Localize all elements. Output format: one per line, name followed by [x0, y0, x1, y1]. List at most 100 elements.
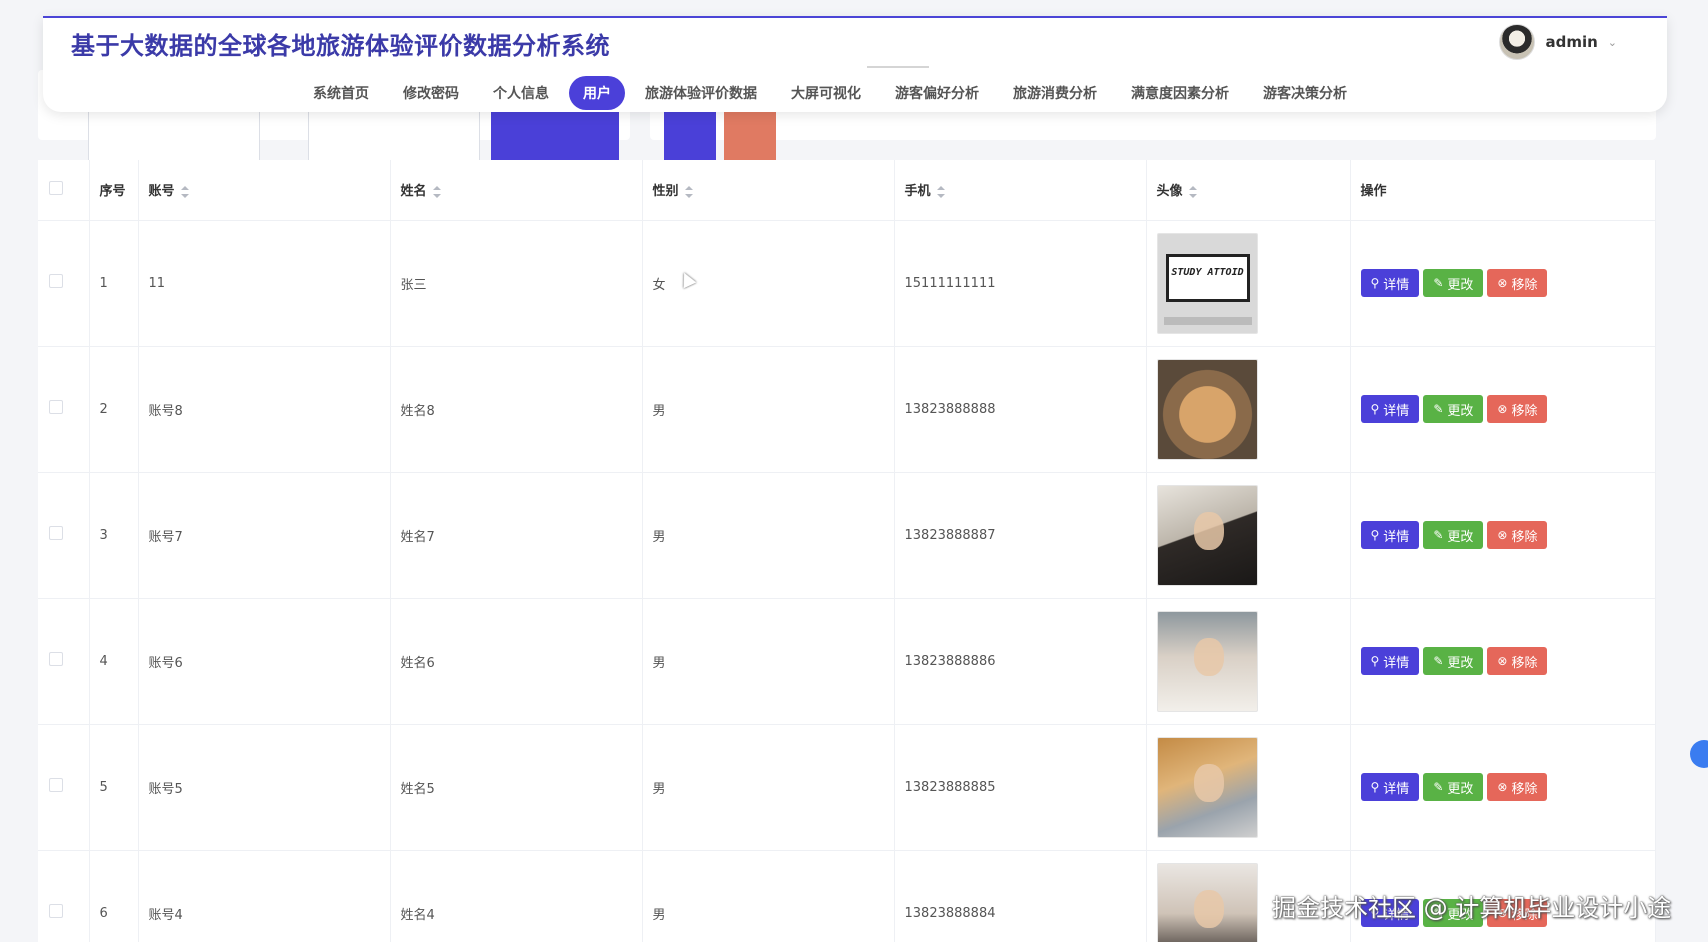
header-name[interactable]: 姓名 [390, 160, 643, 221]
chevron-down-icon: ⌄ [1607, 35, 1617, 49]
nav-item-travel-reviews[interactable]: 旅游体验评价数据 [631, 76, 771, 110]
detail-button[interactable]: ⚲ 详情 [1360, 773, 1420, 801]
pencil-icon: ✎ [1433, 276, 1444, 290]
row-checkbox[interactable] [49, 652, 63, 666]
nav-item-consumption-analysis[interactable]: 旅游消费分析 [999, 76, 1111, 110]
sort-icon[interactable] [936, 185, 945, 198]
cell-phone: 13823888888 [894, 346, 1147, 473]
photo-face [1193, 637, 1224, 676]
detail-label: 详情 [1383, 277, 1410, 293]
row-checkbox[interactable] [49, 526, 63, 540]
remove-button[interactable]: ⊗ 移除 [1487, 269, 1548, 297]
photo-face [1193, 511, 1224, 550]
header-avatar[interactable]: 头像 [1146, 160, 1351, 221]
detail-label: 详情 [1383, 781, 1410, 797]
cell-phone: 13823888887 [894, 472, 1147, 599]
nav-item-preference-analysis[interactable]: 游客偏好分析 [881, 76, 993, 110]
row-checkbox[interactable] [49, 400, 63, 414]
cell-phone: 13823888886 [894, 598, 1147, 725]
remove-button[interactable]: ⊗ 移除 [1487, 647, 1548, 675]
sort-icon[interactable] [432, 185, 441, 198]
cell-name: 张三 [390, 220, 643, 347]
detail-label: 详情 [1383, 529, 1410, 545]
main-nav: 系统首页 修改密码 个人信息 用户 旅游体验评价数据 大屏可视化 游客偏好分析 … [43, 76, 1667, 110]
search-icon: ⚲ [1370, 654, 1380, 668]
user-menu[interactable]: admin ⌄ [1489, 22, 1627, 62]
photo-face [1193, 889, 1224, 928]
cell-name: 姓名4 [390, 850, 643, 942]
sort-icon[interactable] [1188, 185, 1197, 198]
remove-button[interactable]: ⊗ 移除 [1487, 395, 1548, 423]
user-photo[interactable] [1156, 484, 1258, 586]
sort-icon[interactable] [684, 185, 693, 198]
row-checkbox[interactable] [49, 904, 63, 918]
user-photo[interactable] [1156, 610, 1258, 712]
header-gender[interactable]: 性别 [642, 160, 895, 221]
remove-circle-icon: ⊗ [1497, 528, 1508, 542]
cell-name: 姓名7 [390, 472, 643, 599]
cell-index: 3 [89, 472, 139, 599]
edit-button[interactable]: ✎ 更改 [1423, 395, 1484, 423]
header-phone[interactable]: 手机 [894, 160, 1147, 221]
cell-index: 4 [89, 598, 139, 725]
user-photo[interactable] [1156, 358, 1258, 460]
cell-account: 账号5 [138, 724, 391, 851]
table-row: 2 账号8 姓名8 男 13823888888 ⚲ 详情 ✎ 更改 ⊗ 移除 [38, 346, 1656, 473]
user-photo[interactable] [1156, 736, 1258, 838]
remove-label: 移除 [1511, 781, 1538, 797]
user-photo[interactable]: STUDY ATTOID [1156, 232, 1258, 334]
cell-actions: ⚲ 详情 ✎ 更改 ⊗ 移除 [1350, 220, 1656, 347]
header-account-label: 账号 [148, 184, 175, 200]
edit-button[interactable]: ✎ 更改 [1423, 269, 1484, 297]
table-row: 4 账号6 姓名6 男 13823888886 ⚲ 详情 ✎ 更改 ⊗ 移除 [38, 598, 1656, 725]
floating-action-icon[interactable] [1690, 740, 1708, 768]
row-select-cell [38, 850, 90, 942]
nav-item-profile[interactable]: 个人信息 [479, 76, 563, 110]
remove-button[interactable]: ⊗ 移除 [1487, 521, 1548, 549]
detail-button[interactable]: ⚲ 详情 [1360, 521, 1420, 549]
cell-account: 账号6 [138, 598, 391, 725]
row-select-cell [38, 598, 90, 725]
header-account[interactable]: 账号 [138, 160, 391, 221]
photo-face [1193, 763, 1224, 802]
nav-item-satisfaction-analysis[interactable]: 满意度因素分析 [1117, 76, 1243, 110]
cell-account: 11 [138, 220, 391, 347]
remove-circle-icon: ⊗ [1497, 402, 1508, 416]
row-checkbox[interactable] [49, 778, 63, 792]
edit-label: 更改 [1447, 655, 1474, 671]
nav-indicator [867, 66, 929, 68]
nav-item-users[interactable]: 用户 [569, 76, 625, 110]
nav-item-dashboard[interactable]: 大屏可视化 [777, 76, 875, 110]
row-checkbox[interactable] [49, 274, 63, 288]
header-name-label: 姓名 [400, 184, 427, 200]
user-table: 序号 账号 姓名 性别 手机 头像 操作 1 11 张三 女 151111111… [38, 160, 1656, 942]
nav-item-change-password[interactable]: 修改密码 [389, 76, 473, 110]
cell-avatar [1146, 346, 1351, 473]
cell-name: 姓名5 [390, 724, 643, 851]
cell-actions: ⚲ 详情 ✎ 更改 ⊗ 移除 [1350, 598, 1656, 725]
remove-button[interactable]: ⊗ 移除 [1487, 773, 1548, 801]
cell-actions: ⚲ 详情 ✎ 更改 ⊗ 移除 [1350, 472, 1656, 599]
pencil-icon: ✎ [1433, 780, 1444, 794]
edit-label: 更改 [1447, 403, 1474, 419]
cell-index: 6 [89, 850, 139, 942]
edit-label: 更改 [1447, 277, 1474, 293]
cell-gender: 女 [642, 220, 895, 347]
nav-item-home[interactable]: 系统首页 [299, 76, 383, 110]
edit-button[interactable]: ✎ 更改 [1423, 773, 1484, 801]
user-photo[interactable] [1156, 862, 1258, 942]
detail-button[interactable]: ⚲ 详情 [1360, 269, 1420, 297]
remove-label: 移除 [1511, 529, 1538, 545]
detail-button[interactable]: ⚲ 详情 [1360, 395, 1420, 423]
sort-icon[interactable] [180, 185, 189, 198]
cell-avatar: STUDY ATTOID [1146, 220, 1351, 347]
cell-name: 姓名8 [390, 346, 643, 473]
cell-name: 姓名6 [390, 598, 643, 725]
select-all-checkbox[interactable] [49, 180, 63, 195]
cell-gender: 男 [642, 724, 895, 851]
edit-button[interactable]: ✎ 更改 [1423, 521, 1484, 549]
detail-button[interactable]: ⚲ 详情 [1360, 647, 1420, 675]
edit-button[interactable]: ✎ 更改 [1423, 647, 1484, 675]
nav-item-decision-analysis[interactable]: 游客决策分析 [1249, 76, 1361, 110]
row-select-cell [38, 724, 90, 851]
